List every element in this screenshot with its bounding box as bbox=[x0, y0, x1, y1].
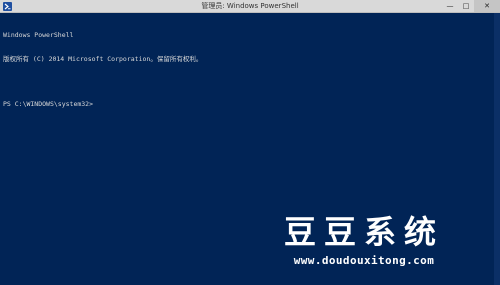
vertical-scrollbar[interactable] bbox=[494, 13, 500, 285]
maximize-button[interactable]: □ bbox=[458, 0, 474, 12]
close-button[interactable]: ✕ bbox=[474, 0, 500, 12]
console-line: Windows PowerShell bbox=[3, 31, 74, 39]
watermark: 豆豆系统 www.doudouxitong.com bbox=[264, 214, 464, 268]
window-title: 管理员: Windows PowerShell bbox=[201, 2, 299, 10]
console-line: 版权所有 (C) 2014 Microsoft Corporation。保留所有… bbox=[3, 55, 203, 63]
title-bar[interactable]: 管理员: Windows PowerShell — □ ✕ bbox=[0, 0, 500, 13]
console-prompt[interactable]: PS C:\WINDOWS\system32> bbox=[3, 100, 494, 108]
watermark-url: www.doudouxitong.com bbox=[293, 254, 435, 267]
watermark-title: 豆豆系统 bbox=[283, 213, 444, 251]
minimize-button[interactable]: — bbox=[442, 0, 458, 12]
